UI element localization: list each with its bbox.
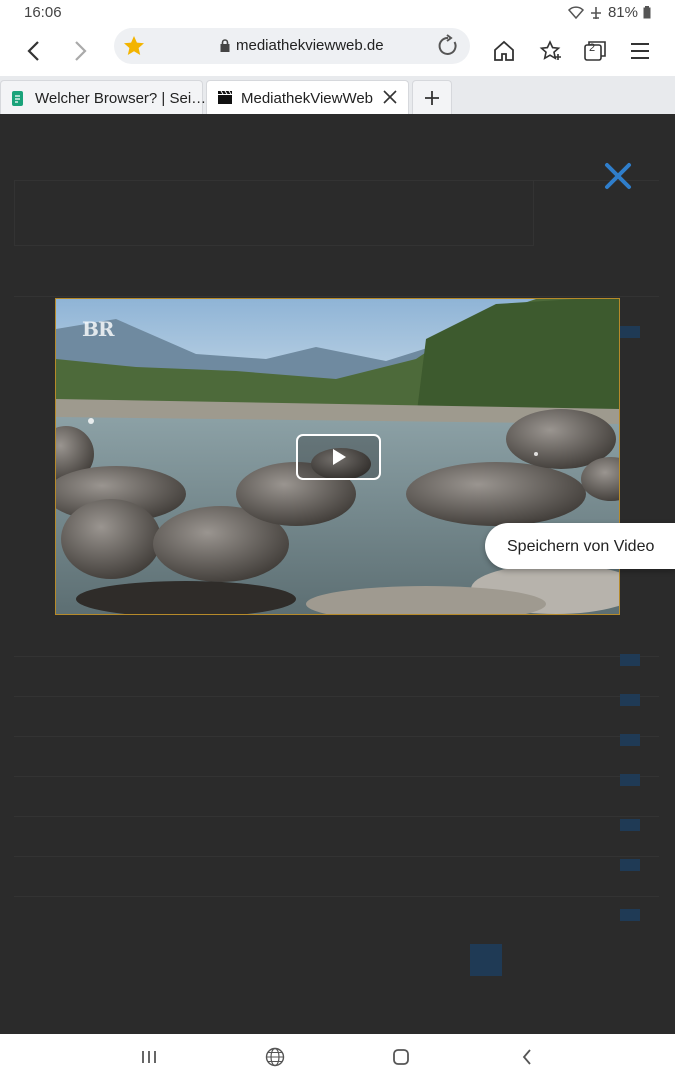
wifi-icon: [567, 6, 584, 19]
battery-icon: [643, 6, 651, 19]
save-video-button[interactable]: Speichern von Video: [485, 523, 675, 569]
backdrop-video-icon: [620, 859, 640, 871]
backdrop-search-box: [14, 180, 534, 246]
backdrop-divider: [14, 816, 659, 817]
system-back-button[interactable]: [512, 1044, 542, 1070]
backdrop-video-icon: [620, 909, 640, 921]
menu-icon: [631, 43, 649, 59]
recent-apps-icon: [142, 1051, 156, 1063]
tab-welcher-browser[interactable]: Welcher Browser? | Sei…: [0, 80, 207, 114]
backdrop-divider: [14, 856, 659, 857]
play-icon: [332, 449, 346, 465]
tab-close-icon[interactable]: [382, 89, 398, 105]
page-backdrop: BR Speichern von Video: [0, 114, 675, 1034]
home-nav-button[interactable]: [386, 1044, 416, 1070]
save-video-label: Speichern von Video: [507, 538, 655, 555]
tab-label: MediathekViewWeb: [241, 90, 374, 107]
airplane-icon: [590, 6, 601, 19]
backdrop-divider: [14, 736, 659, 737]
plus-icon: [425, 90, 439, 105]
backdrop-divider: [14, 696, 659, 697]
backdrop-divider: [14, 896, 659, 897]
url-text: mediathekviewweb.de: [236, 37, 384, 54]
page-icon: [12, 91, 23, 106]
backdrop-video-icon: [620, 694, 640, 706]
bookmarks-button[interactable]: [530, 31, 570, 71]
clapperboard-icon: [218, 90, 232, 104]
bookmarks-icon: [539, 40, 561, 60]
reload-icon[interactable]: [436, 34, 460, 58]
lock-icon: [220, 39, 230, 52]
backdrop-video-icon: [620, 819, 640, 831]
status-time: 16:06: [24, 4, 62, 21]
backdrop-video-icon: [620, 774, 640, 786]
tabs-button[interactable]: 2: [575, 31, 615, 71]
backdrop-video-icon: [620, 654, 640, 666]
backdrop-video-icon: [620, 734, 640, 746]
channel-logo: BR: [82, 317, 115, 341]
tab-count: 2: [589, 42, 596, 54]
tab-strip: Welcher Browser? | Sei… MediathekViewWeb: [0, 76, 675, 114]
close-icon[interactable]: [600, 158, 636, 194]
recent-apps-button[interactable]: [134, 1044, 164, 1070]
home-button-icon: [393, 1049, 409, 1065]
nav-back-icon: [522, 1049, 531, 1065]
new-tab-button[interactable]: [412, 80, 452, 114]
forward-icon: [75, 41, 87, 61]
tab-mediathekviewweb[interactable]: MediathekViewWeb: [206, 80, 409, 114]
forward-button[interactable]: [60, 31, 100, 71]
backdrop-active-page: [470, 944, 502, 976]
backdrop-divider: [14, 776, 659, 777]
browser-toolbar: mediathekviewweb.de 2: [0, 26, 675, 76]
backdrop-video-icon: [620, 326, 640, 338]
tab-label: Welcher Browser? | Sei…: [35, 90, 207, 107]
system-navigation-bar: [0, 1034, 675, 1080]
play-button[interactable]: [296, 434, 381, 480]
back-button[interactable]: [14, 31, 54, 71]
star-icon[interactable]: [122, 34, 146, 58]
home-icon: [494, 40, 514, 61]
menu-button[interactable]: [620, 31, 660, 71]
back-icon: [27, 41, 39, 61]
backdrop-divider: [14, 656, 659, 657]
internet-button[interactable]: [260, 1044, 290, 1070]
home-button[interactable]: [484, 31, 524, 71]
status-bar: 16:06 81%: [0, 0, 675, 26]
address-bar[interactable]: mediathekviewweb.de: [114, 28, 470, 64]
battery-percent: 81%: [607, 4, 638, 21]
internet-icon: [265, 1047, 285, 1067]
status-icons: 81%: [567, 4, 651, 21]
backdrop-divider: [14, 296, 659, 297]
